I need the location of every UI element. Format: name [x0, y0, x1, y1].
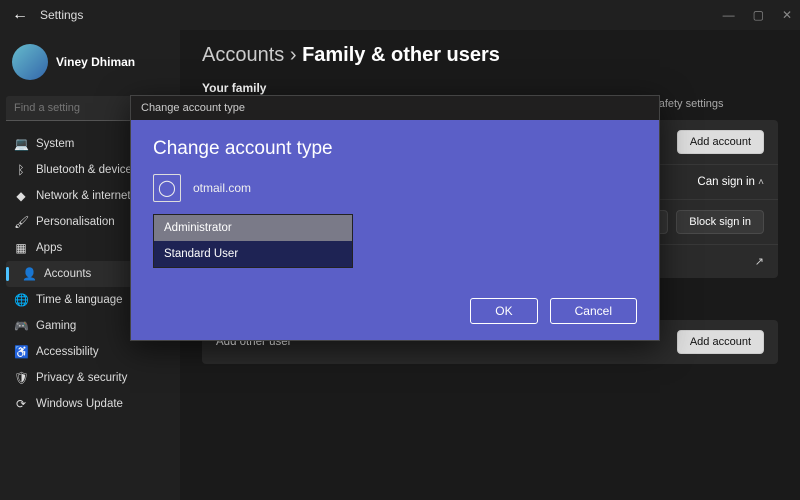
time-icon: 🌐	[14, 293, 28, 307]
ok-button[interactable]: OK	[470, 298, 537, 324]
maximize-button[interactable]: ▢	[753, 8, 764, 22]
dialog-body: Change account type ◯ otmail.com Adminis…	[131, 120, 659, 340]
family-heading: Your family	[202, 81, 778, 95]
titlebar: ← Settings ― ▢ ✕	[0, 0, 800, 30]
nav-label: Gaming	[36, 320, 76, 332]
nav-label: Accessibility	[36, 346, 99, 358]
window-controls: ― ▢ ✕	[723, 8, 792, 22]
nav-label: Apps	[36, 242, 62, 254]
close-button[interactable]: ✕	[782, 8, 792, 22]
cancel-button[interactable]: Cancel	[550, 298, 637, 324]
apps-icon: ▦	[14, 241, 28, 255]
system-icon: 💻	[14, 137, 28, 151]
change-account-type-dialog: Change account type Change account type …	[130, 95, 660, 341]
account-type-dropdown[interactable]: Administrator Standard User	[153, 214, 353, 268]
user-name: Viney Dhiman	[56, 55, 135, 69]
nav-label: Windows Update	[36, 398, 123, 410]
nav-label: System	[36, 138, 74, 150]
dialog-footer: OK Cancel	[153, 298, 637, 324]
user-avatar	[12, 44, 48, 80]
accounts-icon: 👤	[22, 267, 36, 281]
signin-status: Can sign in	[697, 176, 755, 188]
nav-label: Bluetooth & devices	[36, 164, 138, 176]
add-other-account-button[interactable]: Add account	[677, 330, 764, 354]
personalisation-icon: 🖌	[14, 215, 28, 229]
nav-label: Personalisation	[36, 216, 115, 228]
add-account-button[interactable]: Add account	[677, 130, 764, 154]
app-title: Settings	[40, 8, 83, 22]
nav-privacy[interactable]: 🛡 Privacy & security	[6, 365, 174, 391]
minimize-button[interactable]: ―	[723, 8, 735, 22]
dialog-titlebar: Change account type	[131, 96, 659, 120]
block-signin-button[interactable]: Block sign in	[676, 210, 764, 234]
back-button[interactable]: ←	[8, 6, 32, 24]
nav-label: Time & language	[36, 294, 123, 306]
privacy-icon: 🛡	[14, 371, 28, 385]
dialog-heading: Change account type	[153, 138, 637, 160]
chevron-up-icon: ˄	[758, 177, 764, 188]
accessibility-icon: ♿	[14, 345, 28, 359]
dialog-user-email: otmail.com	[193, 181, 251, 195]
user-card[interactable]: Viney Dhiman	[6, 38, 174, 86]
gaming-icon: 🎮	[14, 319, 28, 333]
nav-label: Privacy & security	[36, 372, 127, 384]
bluetooth-icon: ᛒ	[14, 163, 28, 177]
network-icon: ◆	[14, 189, 28, 203]
crumb-sep: ›	[290, 44, 297, 66]
update-icon: ⟳	[14, 397, 28, 411]
nav-accessibility[interactable]: ♿ Accessibility	[6, 339, 174, 365]
nav-label: Accounts	[44, 268, 91, 280]
external-link-icon: ↗	[755, 255, 764, 268]
option-administrator[interactable]: Administrator	[154, 215, 352, 241]
nav-update[interactable]: ⟳ Windows Update	[6, 391, 174, 417]
option-standard-user[interactable]: Standard User	[154, 241, 352, 267]
crumb-current: Family & other users	[302, 44, 500, 66]
breadcrumb: Accounts › Family & other users	[202, 44, 778, 67]
crumb-parent[interactable]: Accounts	[202, 44, 284, 66]
nav-label: Network & internet	[36, 190, 131, 202]
user-placeholder-icon: ◯	[153, 174, 181, 202]
dialog-user: ◯ otmail.com	[153, 174, 637, 202]
